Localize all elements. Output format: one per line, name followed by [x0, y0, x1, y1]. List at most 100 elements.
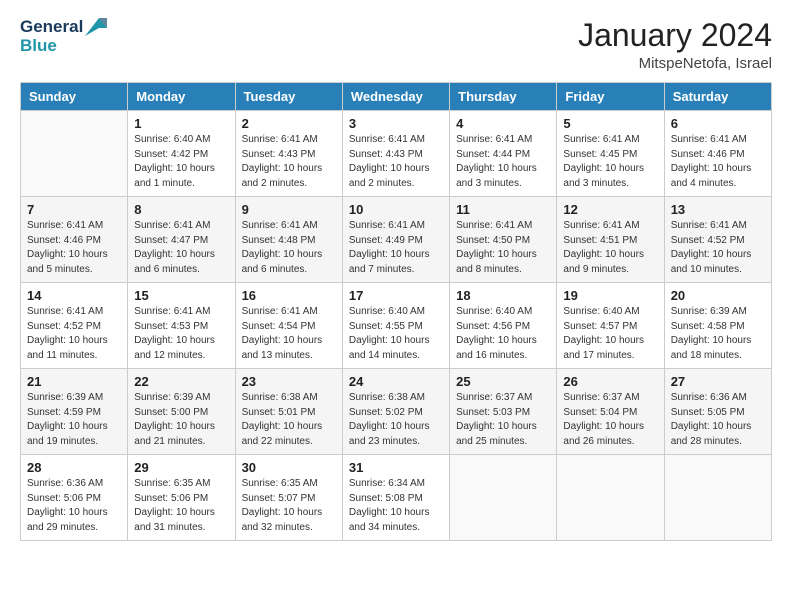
day-number: 7	[27, 202, 121, 217]
day-cell: 5 Sunrise: 6:41 AM Sunset: 4:45 PM Dayli…	[557, 111, 664, 197]
day-number: 26	[563, 374, 657, 389]
title-area: January 2024 MitspeNetofa, Israel	[578, 18, 772, 72]
day-info: Sunrise: 6:41 AM Sunset: 4:46 PM Dayligh…	[671, 133, 765, 191]
day-cell: 27 Sunrise: 6:36 AM Sunset: 5:05 PM Dayl…	[664, 369, 771, 455]
page: General Blue January 2024 MitspeNetofa, …	[0, 0, 792, 612]
col-tuesday: Tuesday	[235, 83, 342, 111]
day-info: Sunrise: 6:39 AM Sunset: 4:59 PM Dayligh…	[27, 391, 121, 449]
day-number: 25	[456, 374, 550, 389]
day-cell: 11 Sunrise: 6:41 AM Sunset: 4:50 PM Dayl…	[450, 197, 557, 283]
day-info: Sunrise: 6:41 AM Sunset: 4:52 PM Dayligh…	[27, 305, 121, 363]
day-info: Sunrise: 6:38 AM Sunset: 5:01 PM Dayligh…	[242, 391, 336, 449]
day-cell: 2 Sunrise: 6:41 AM Sunset: 4:43 PM Dayli…	[235, 111, 342, 197]
col-monday: Monday	[128, 83, 235, 111]
day-number: 24	[349, 374, 443, 389]
day-info: Sunrise: 6:41 AM Sunset: 4:54 PM Dayligh…	[242, 305, 336, 363]
day-number: 14	[27, 288, 121, 303]
day-info: Sunrise: 6:37 AM Sunset: 5:03 PM Dayligh…	[456, 391, 550, 449]
day-number: 9	[242, 202, 336, 217]
day-info: Sunrise: 6:35 AM Sunset: 5:07 PM Dayligh…	[242, 477, 336, 535]
day-number: 15	[134, 288, 228, 303]
day-info: Sunrise: 6:40 AM Sunset: 4:55 PM Dayligh…	[349, 305, 443, 363]
logo-blue: Blue	[20, 37, 57, 56]
calendar-table: Sunday Monday Tuesday Wednesday Thursday…	[20, 82, 772, 541]
day-info: Sunrise: 6:34 AM Sunset: 5:08 PM Dayligh…	[349, 477, 443, 535]
day-info: Sunrise: 6:41 AM Sunset: 4:50 PM Dayligh…	[456, 219, 550, 277]
col-saturday: Saturday	[664, 83, 771, 111]
day-info: Sunrise: 6:40 AM Sunset: 4:42 PM Dayligh…	[134, 133, 228, 191]
day-info: Sunrise: 6:41 AM Sunset: 4:52 PM Dayligh…	[671, 219, 765, 277]
day-number: 29	[134, 460, 228, 475]
day-cell: 8 Sunrise: 6:41 AM Sunset: 4:47 PM Dayli…	[128, 197, 235, 283]
logo: General Blue	[20, 18, 107, 55]
day-info: Sunrise: 6:37 AM Sunset: 5:04 PM Dayligh…	[563, 391, 657, 449]
day-cell: 13 Sunrise: 6:41 AM Sunset: 4:52 PM Dayl…	[664, 197, 771, 283]
day-number: 10	[349, 202, 443, 217]
day-cell: 6 Sunrise: 6:41 AM Sunset: 4:46 PM Dayli…	[664, 111, 771, 197]
day-number: 8	[134, 202, 228, 217]
day-number: 27	[671, 374, 765, 389]
day-cell	[21, 111, 128, 197]
day-cell: 23 Sunrise: 6:38 AM Sunset: 5:01 PM Dayl…	[235, 369, 342, 455]
day-number: 4	[456, 116, 550, 131]
day-cell: 18 Sunrise: 6:40 AM Sunset: 4:56 PM Dayl…	[450, 283, 557, 369]
day-cell: 15 Sunrise: 6:41 AM Sunset: 4:53 PM Dayl…	[128, 283, 235, 369]
day-info: Sunrise: 6:41 AM Sunset: 4:47 PM Dayligh…	[134, 219, 228, 277]
week-row-3: 14 Sunrise: 6:41 AM Sunset: 4:52 PM Dayl…	[21, 283, 772, 369]
day-number: 1	[134, 116, 228, 131]
col-thursday: Thursday	[450, 83, 557, 111]
day-number: 19	[563, 288, 657, 303]
day-cell: 19 Sunrise: 6:40 AM Sunset: 4:57 PM Dayl…	[557, 283, 664, 369]
day-cell: 31 Sunrise: 6:34 AM Sunset: 5:08 PM Dayl…	[342, 455, 449, 541]
day-info: Sunrise: 6:38 AM Sunset: 5:02 PM Dayligh…	[349, 391, 443, 449]
month-title: January 2024	[578, 18, 772, 53]
day-info: Sunrise: 6:36 AM Sunset: 5:05 PM Dayligh…	[671, 391, 765, 449]
day-cell: 12 Sunrise: 6:41 AM Sunset: 4:51 PM Dayl…	[557, 197, 664, 283]
day-cell: 25 Sunrise: 6:37 AM Sunset: 5:03 PM Dayl…	[450, 369, 557, 455]
day-info: Sunrise: 6:41 AM Sunset: 4:43 PM Dayligh…	[242, 133, 336, 191]
day-cell: 26 Sunrise: 6:37 AM Sunset: 5:04 PM Dayl…	[557, 369, 664, 455]
day-number: 16	[242, 288, 336, 303]
header-row: Sunday Monday Tuesday Wednesday Thursday…	[21, 83, 772, 111]
day-cell: 29 Sunrise: 6:35 AM Sunset: 5:06 PM Dayl…	[128, 455, 235, 541]
logo-general: General	[20, 18, 83, 37]
day-info: Sunrise: 6:41 AM Sunset: 4:45 PM Dayligh…	[563, 133, 657, 191]
day-number: 17	[349, 288, 443, 303]
day-cell	[557, 455, 664, 541]
day-number: 11	[456, 202, 550, 217]
day-cell: 1 Sunrise: 6:40 AM Sunset: 4:42 PM Dayli…	[128, 111, 235, 197]
day-cell: 20 Sunrise: 6:39 AM Sunset: 4:58 PM Dayl…	[664, 283, 771, 369]
day-cell	[450, 455, 557, 541]
day-info: Sunrise: 6:40 AM Sunset: 4:56 PM Dayligh…	[456, 305, 550, 363]
week-row-5: 28 Sunrise: 6:36 AM Sunset: 5:06 PM Dayl…	[21, 455, 772, 541]
day-info: Sunrise: 6:41 AM Sunset: 4:53 PM Dayligh…	[134, 305, 228, 363]
col-sunday: Sunday	[21, 83, 128, 111]
day-info: Sunrise: 6:39 AM Sunset: 4:58 PM Dayligh…	[671, 305, 765, 363]
day-cell	[664, 455, 771, 541]
day-info: Sunrise: 6:41 AM Sunset: 4:51 PM Dayligh…	[563, 219, 657, 277]
day-info: Sunrise: 6:35 AM Sunset: 5:06 PM Dayligh…	[134, 477, 228, 535]
day-number: 18	[456, 288, 550, 303]
day-number: 21	[27, 374, 121, 389]
day-number: 3	[349, 116, 443, 131]
day-info: Sunrise: 6:41 AM Sunset: 4:49 PM Dayligh…	[349, 219, 443, 277]
day-number: 13	[671, 202, 765, 217]
day-cell: 9 Sunrise: 6:41 AM Sunset: 4:48 PM Dayli…	[235, 197, 342, 283]
day-number: 2	[242, 116, 336, 131]
day-info: Sunrise: 6:39 AM Sunset: 5:00 PM Dayligh…	[134, 391, 228, 449]
day-info: Sunrise: 6:41 AM Sunset: 4:44 PM Dayligh…	[456, 133, 550, 191]
col-friday: Friday	[557, 83, 664, 111]
day-number: 23	[242, 374, 336, 389]
day-cell: 24 Sunrise: 6:38 AM Sunset: 5:02 PM Dayl…	[342, 369, 449, 455]
day-cell: 7 Sunrise: 6:41 AM Sunset: 4:46 PM Dayli…	[21, 197, 128, 283]
day-cell: 17 Sunrise: 6:40 AM Sunset: 4:55 PM Dayl…	[342, 283, 449, 369]
week-row-1: 1 Sunrise: 6:40 AM Sunset: 4:42 PM Dayli…	[21, 111, 772, 197]
day-cell: 16 Sunrise: 6:41 AM Sunset: 4:54 PM Dayl…	[235, 283, 342, 369]
logo-bird	[85, 18, 107, 36]
day-info: Sunrise: 6:41 AM Sunset: 4:43 PM Dayligh…	[349, 133, 443, 191]
day-info: Sunrise: 6:41 AM Sunset: 4:48 PM Dayligh…	[242, 219, 336, 277]
subtitle: MitspeNetofa, Israel	[578, 55, 772, 72]
day-cell: 30 Sunrise: 6:35 AM Sunset: 5:07 PM Dayl…	[235, 455, 342, 541]
day-number: 6	[671, 116, 765, 131]
day-cell: 22 Sunrise: 6:39 AM Sunset: 5:00 PM Dayl…	[128, 369, 235, 455]
